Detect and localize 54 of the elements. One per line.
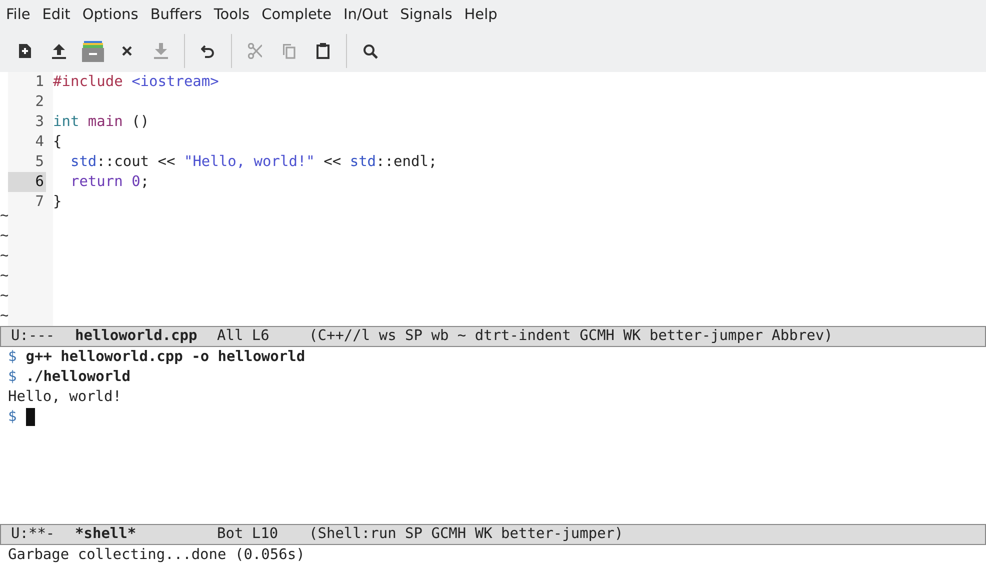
- new-file-icon: [18, 43, 32, 59]
- close-icon: [122, 46, 132, 56]
- shell-output: Hello, world!: [8, 388, 122, 407]
- scissors-icon: [248, 43, 262, 59]
- menu-item[interactable]: Options: [76, 7, 144, 23]
- menu-item[interactable]: In/Out: [338, 7, 394, 23]
- text-cursor: [26, 408, 35, 426]
- code-line: {: [53, 134, 62, 150]
- line-number: 5: [34, 153, 45, 172]
- cursor-position: Bot L10: [217, 525, 280, 544]
- empty-line-marker: ~: [0, 288, 9, 304]
- menu-item[interactable]: Help: [458, 7, 504, 23]
- copy-icon: [282, 43, 296, 59]
- shell-prompt: $: [8, 408, 17, 427]
- empty-line-marker: ~: [0, 248, 9, 264]
- menu-item[interactable]: Buffers: [144, 7, 208, 23]
- drawer-icon: [82, 40, 104, 62]
- shell-prompt: $: [8, 368, 17, 387]
- empty-line-marker: ~: [0, 208, 9, 224]
- upload-icon: [52, 43, 66, 59]
- line-number: 6: [8, 172, 46, 192]
- shell-command: ./helloworld: [26, 368, 130, 387]
- line-number: 7: [34, 193, 45, 212]
- code-line: std::cout << "Hello, world!" << std::endl;: [69, 154, 438, 170]
- line-number: 3: [34, 113, 45, 132]
- empty-line-marker: ~: [0, 228, 9, 244]
- shell-prompt: $: [8, 348, 17, 367]
- code-line: int main (): [53, 114, 150, 130]
- buffer-state: U:**-: [11, 525, 56, 544]
- undo-icon: [201, 44, 215, 58]
- mode-list: (Shell:run SP GCMH WK better-jumper): [309, 525, 624, 544]
- buffer-name: helloworld.cpp: [75, 327, 198, 346]
- mode-list: (C++//l ws SP wb ~ dtrt-indent GCMH WK better-jumper Abbrev): [309, 327, 833, 346]
- echo-message: Garbage collecting...done (0.056s): [8, 547, 305, 563]
- menu-item[interactable]: Complete: [256, 7, 338, 23]
- line-number: 2: [34, 93, 45, 112]
- empty-line-marker: ~: [0, 308, 9, 324]
- buffer-name: *shell*: [75, 525, 138, 544]
- cursor-position: All L6: [217, 327, 270, 346]
- search-icon: [362, 44, 378, 58]
- empty-line-marker: ~: [0, 268, 9, 284]
- download-icon: [154, 43, 168, 59]
- shell-command: g++ helloworld.cpp -o helloworld: [26, 348, 306, 367]
- code-line: #include <iostream>: [53, 74, 219, 90]
- menu-item[interactable]: Signals: [394, 7, 458, 23]
- code-line: return 0;: [69, 174, 150, 190]
- menu-item[interactable]: Tools: [208, 7, 256, 23]
- clipboard-icon: [316, 43, 330, 59]
- buffer-state: U:---: [11, 327, 56, 346]
- menu-item[interactable]: File: [0, 7, 36, 23]
- line-number: 4: [34, 133, 45, 152]
- code-line: }: [53, 194, 62, 210]
- menu-item[interactable]: Edit: [36, 7, 76, 23]
- line-number: 1: [34, 73, 45, 92]
